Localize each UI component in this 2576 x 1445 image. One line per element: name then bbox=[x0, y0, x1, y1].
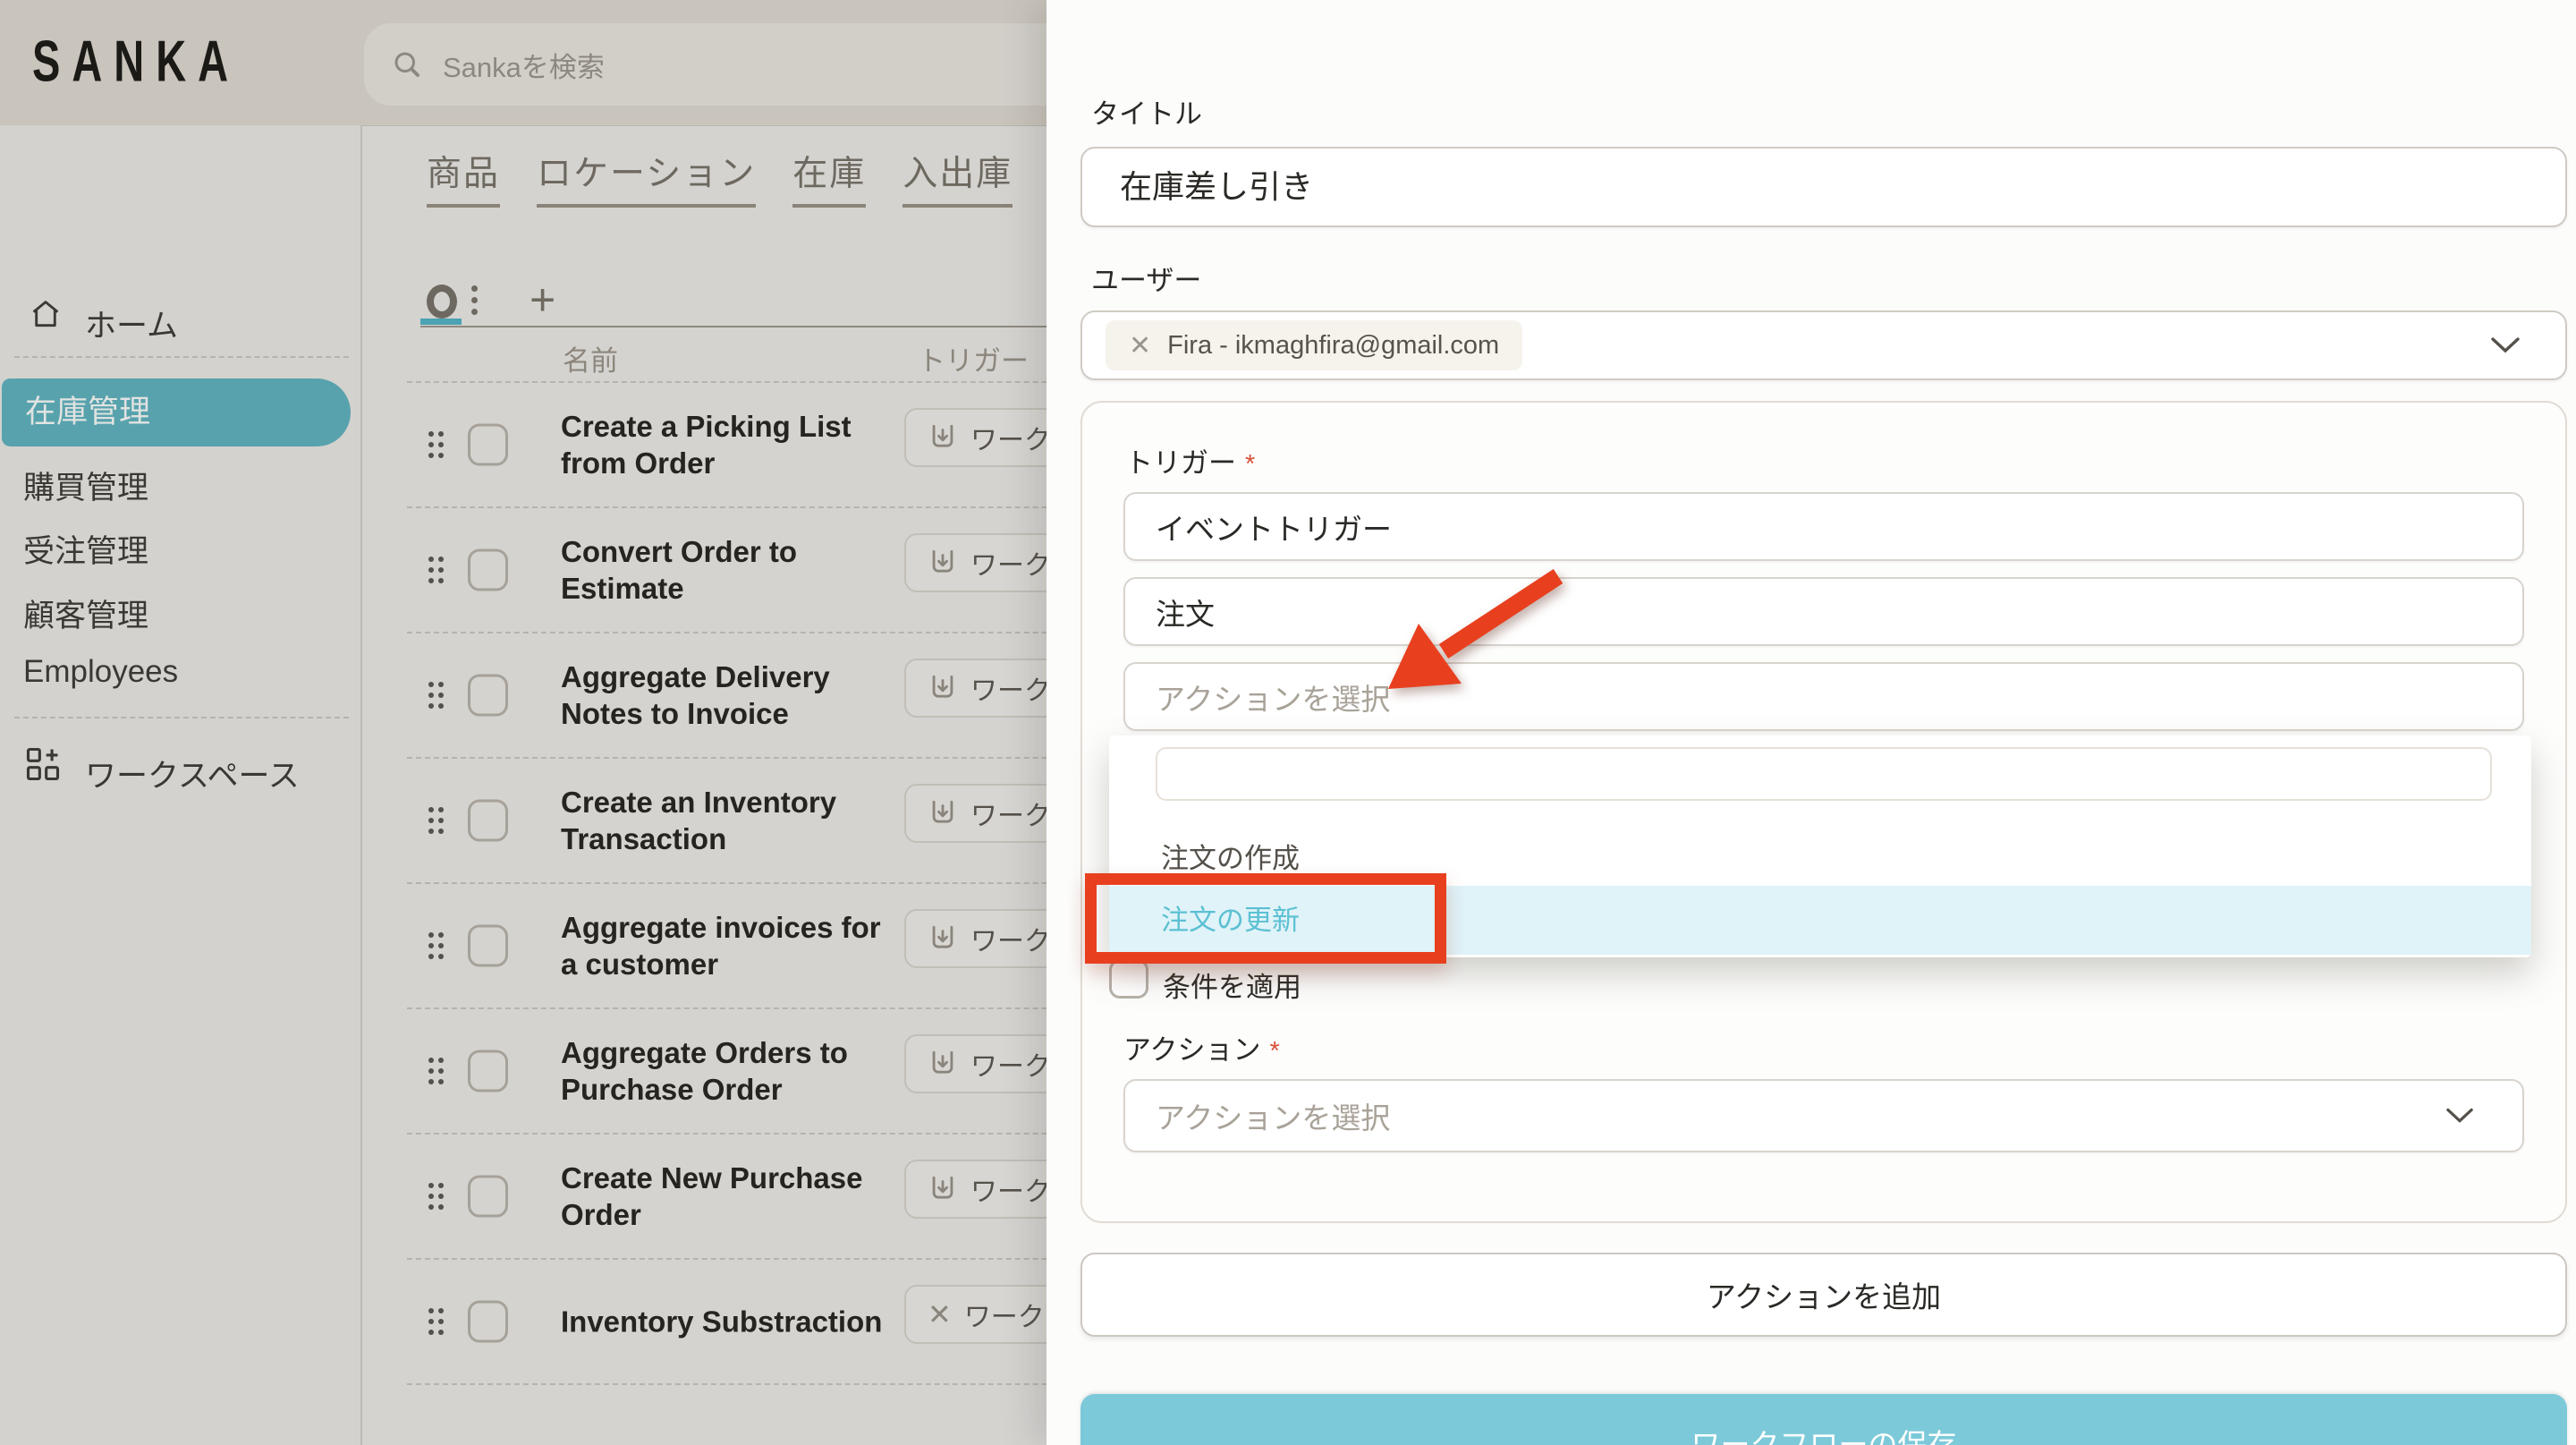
sanka-logo: SANKA bbox=[32, 27, 240, 95]
title-field-label: タイトル bbox=[1091, 91, 1202, 132]
row-checkbox[interactable] bbox=[468, 800, 508, 842]
column-header-trigger: トリガー bbox=[918, 338, 1029, 378]
row-checkbox[interactable] bbox=[468, 1050, 508, 1092]
workflow-name: Create a Picking List from Order bbox=[561, 408, 892, 481]
row-checkbox[interactable] bbox=[468, 675, 508, 717]
drag-handle-icon[interactable] bbox=[428, 807, 444, 834]
condition-checkbox[interactable] bbox=[1109, 959, 1148, 999]
view-circle-icon[interactable] bbox=[427, 285, 457, 319]
tab-入出庫[interactable]: 入出庫 bbox=[902, 146, 1013, 208]
workflow-name: Convert Order to Estimate bbox=[561, 533, 892, 607]
global-search-input[interactable]: Sankaを検索 bbox=[364, 23, 1121, 106]
chevron-down-icon[interactable] bbox=[2445, 1108, 2474, 1125]
tab-商品[interactable]: 商品 bbox=[427, 146, 500, 208]
sidebar: ホーム 在庫管理購買管理受注管理顧客管理Employees ワークスペース 日本… bbox=[0, 125, 362, 1445]
event-trigger-select[interactable]: イベントトリガー bbox=[1123, 492, 2524, 561]
row-checkbox[interactable] bbox=[468, 925, 508, 967]
row-checkbox[interactable] bbox=[468, 549, 508, 591]
active-view-underline bbox=[420, 319, 462, 325]
sidebar-item-workspace[interactable]: ワークスペース bbox=[85, 751, 300, 796]
event-trigger-value: イベントトリガー bbox=[1156, 506, 1392, 548]
sidebar-item[interactable]: 受注管理 bbox=[23, 526, 148, 572]
workflow-name: Aggregate Delivery Notes to Invoice bbox=[561, 659, 892, 732]
sidebar-divider bbox=[14, 356, 349, 358]
trigger-section-label: トリガー* bbox=[1125, 440, 1255, 480]
add-view-button[interactable]: + bbox=[530, 274, 555, 326]
workflow-editor-panel: タイトル 在庫差し引き ユーザー ✕ Fira - ikmaghfira@gma… bbox=[1046, 0, 2576, 1445]
row-checkbox[interactable] bbox=[468, 424, 508, 466]
action-section-label: アクション* bbox=[1123, 1027, 1280, 1067]
inbox-arrow-icon bbox=[928, 798, 958, 829]
user-chip: ✕ Fira - ikmaghfira@gmail.com bbox=[1106, 320, 1522, 370]
dropdown-option-create-order[interactable]: 注文の作成 bbox=[1161, 836, 1300, 876]
annotation-highlight-box bbox=[1085, 873, 1446, 964]
row-checkbox[interactable] bbox=[468, 1176, 508, 1218]
inbox-arrow-icon bbox=[928, 673, 958, 703]
inbox-arrow-icon bbox=[928, 548, 958, 578]
save-workflow-button[interactable]: ワークフローの保存 bbox=[1080, 1394, 2567, 1445]
row-checkbox[interactable] bbox=[468, 1301, 508, 1343]
user-chip-label: Fira - ikmaghfira@gmail.com bbox=[1167, 331, 1499, 361]
chip-remove-icon[interactable]: ✕ bbox=[1129, 330, 1151, 361]
action-select[interactable]: アクションを選択 bbox=[1123, 1079, 2524, 1152]
inbox-arrow-icon bbox=[928, 1174, 958, 1204]
column-header-name: 名前 bbox=[563, 338, 618, 378]
drag-handle-icon[interactable] bbox=[428, 1058, 444, 1084]
trigger-action-select[interactable]: アクションを選択 bbox=[1123, 662, 2524, 731]
dropdown-search-input[interactable] bbox=[1156, 747, 2492, 801]
app-root: 商品ロケーション在庫入出庫ワークフロー + 名前 トリガー Create a P… bbox=[0, 0, 2576, 1445]
title-input[interactable]: 在庫差し引き bbox=[1080, 147, 2567, 227]
drag-handle-icon[interactable] bbox=[428, 932, 444, 959]
drag-handle-icon[interactable] bbox=[428, 1308, 444, 1335]
drag-handle-icon[interactable] bbox=[428, 557, 444, 583]
trigger-object-select[interactable]: 注文 bbox=[1123, 577, 2524, 646]
inbox-arrow-icon bbox=[928, 923, 958, 954]
sidebar-item[interactable]: 購買管理 bbox=[23, 463, 148, 508]
workflow-name: Aggregate invoices for a customer bbox=[561, 909, 892, 982]
sidebar-item-label: 在庫管理 bbox=[25, 378, 351, 446]
title-input-value: 在庫差し引き bbox=[1120, 149, 2565, 225]
search-placeholder: Sankaを検索 bbox=[443, 45, 605, 85]
inbox-arrow-icon bbox=[928, 422, 958, 453]
user-field-label: ユーザー bbox=[1091, 258, 1201, 298]
drag-handle-icon[interactable] bbox=[428, 682, 444, 709]
workflow-name: Aggregate Orders to Purchase Order bbox=[561, 1034, 892, 1108]
search-icon bbox=[391, 48, 423, 81]
add-action-button[interactable]: アクションを追加 bbox=[1080, 1253, 2567, 1337]
workflow-name: Inventory Substraction bbox=[561, 1304, 892, 1340]
home-icon bbox=[29, 297, 63, 331]
sidebar-item[interactable]: 顧客管理 bbox=[23, 591, 148, 636]
condition-label: 条件を適用 bbox=[1163, 965, 1301, 1005]
required-asterisk: * bbox=[1269, 1037, 1279, 1066]
trigger-object-value: 注文 bbox=[1156, 591, 1215, 633]
trigger-action-placeholder: アクションを選択 bbox=[1156, 676, 1390, 718]
workflow-name: Create an Inventory Transaction bbox=[561, 784, 892, 857]
x-icon: ✕ bbox=[928, 1297, 952, 1331]
action-select-placeholder: アクションを選択 bbox=[1156, 1094, 1390, 1137]
view-options-kebab-icon[interactable] bbox=[471, 285, 478, 315]
required-asterisk: * bbox=[1245, 450, 1255, 479]
drag-handle-icon[interactable] bbox=[428, 1183, 444, 1210]
user-select[interactable]: ✕ Fira - ikmaghfira@gmail.com bbox=[1080, 310, 2567, 380]
sidebar-item-home[interactable]: ホーム bbox=[85, 301, 178, 346]
sidebar-item[interactable]: Employees bbox=[23, 654, 178, 690]
sidebar-item-active[interactable]: 在庫管理 bbox=[2, 378, 351, 446]
drag-handle-icon[interactable] bbox=[428, 431, 444, 458]
tab-在庫[interactable]: 在庫 bbox=[792, 146, 866, 208]
sidebar-divider bbox=[14, 717, 349, 718]
inbox-arrow-icon bbox=[928, 1049, 958, 1079]
workspace-icon bbox=[23, 744, 63, 784]
chevron-down-icon[interactable] bbox=[2490, 336, 2521, 354]
workflow-name: Create New Purchase Order bbox=[561, 1160, 892, 1233]
tab-ロケーション[interactable]: ロケーション bbox=[537, 146, 756, 208]
